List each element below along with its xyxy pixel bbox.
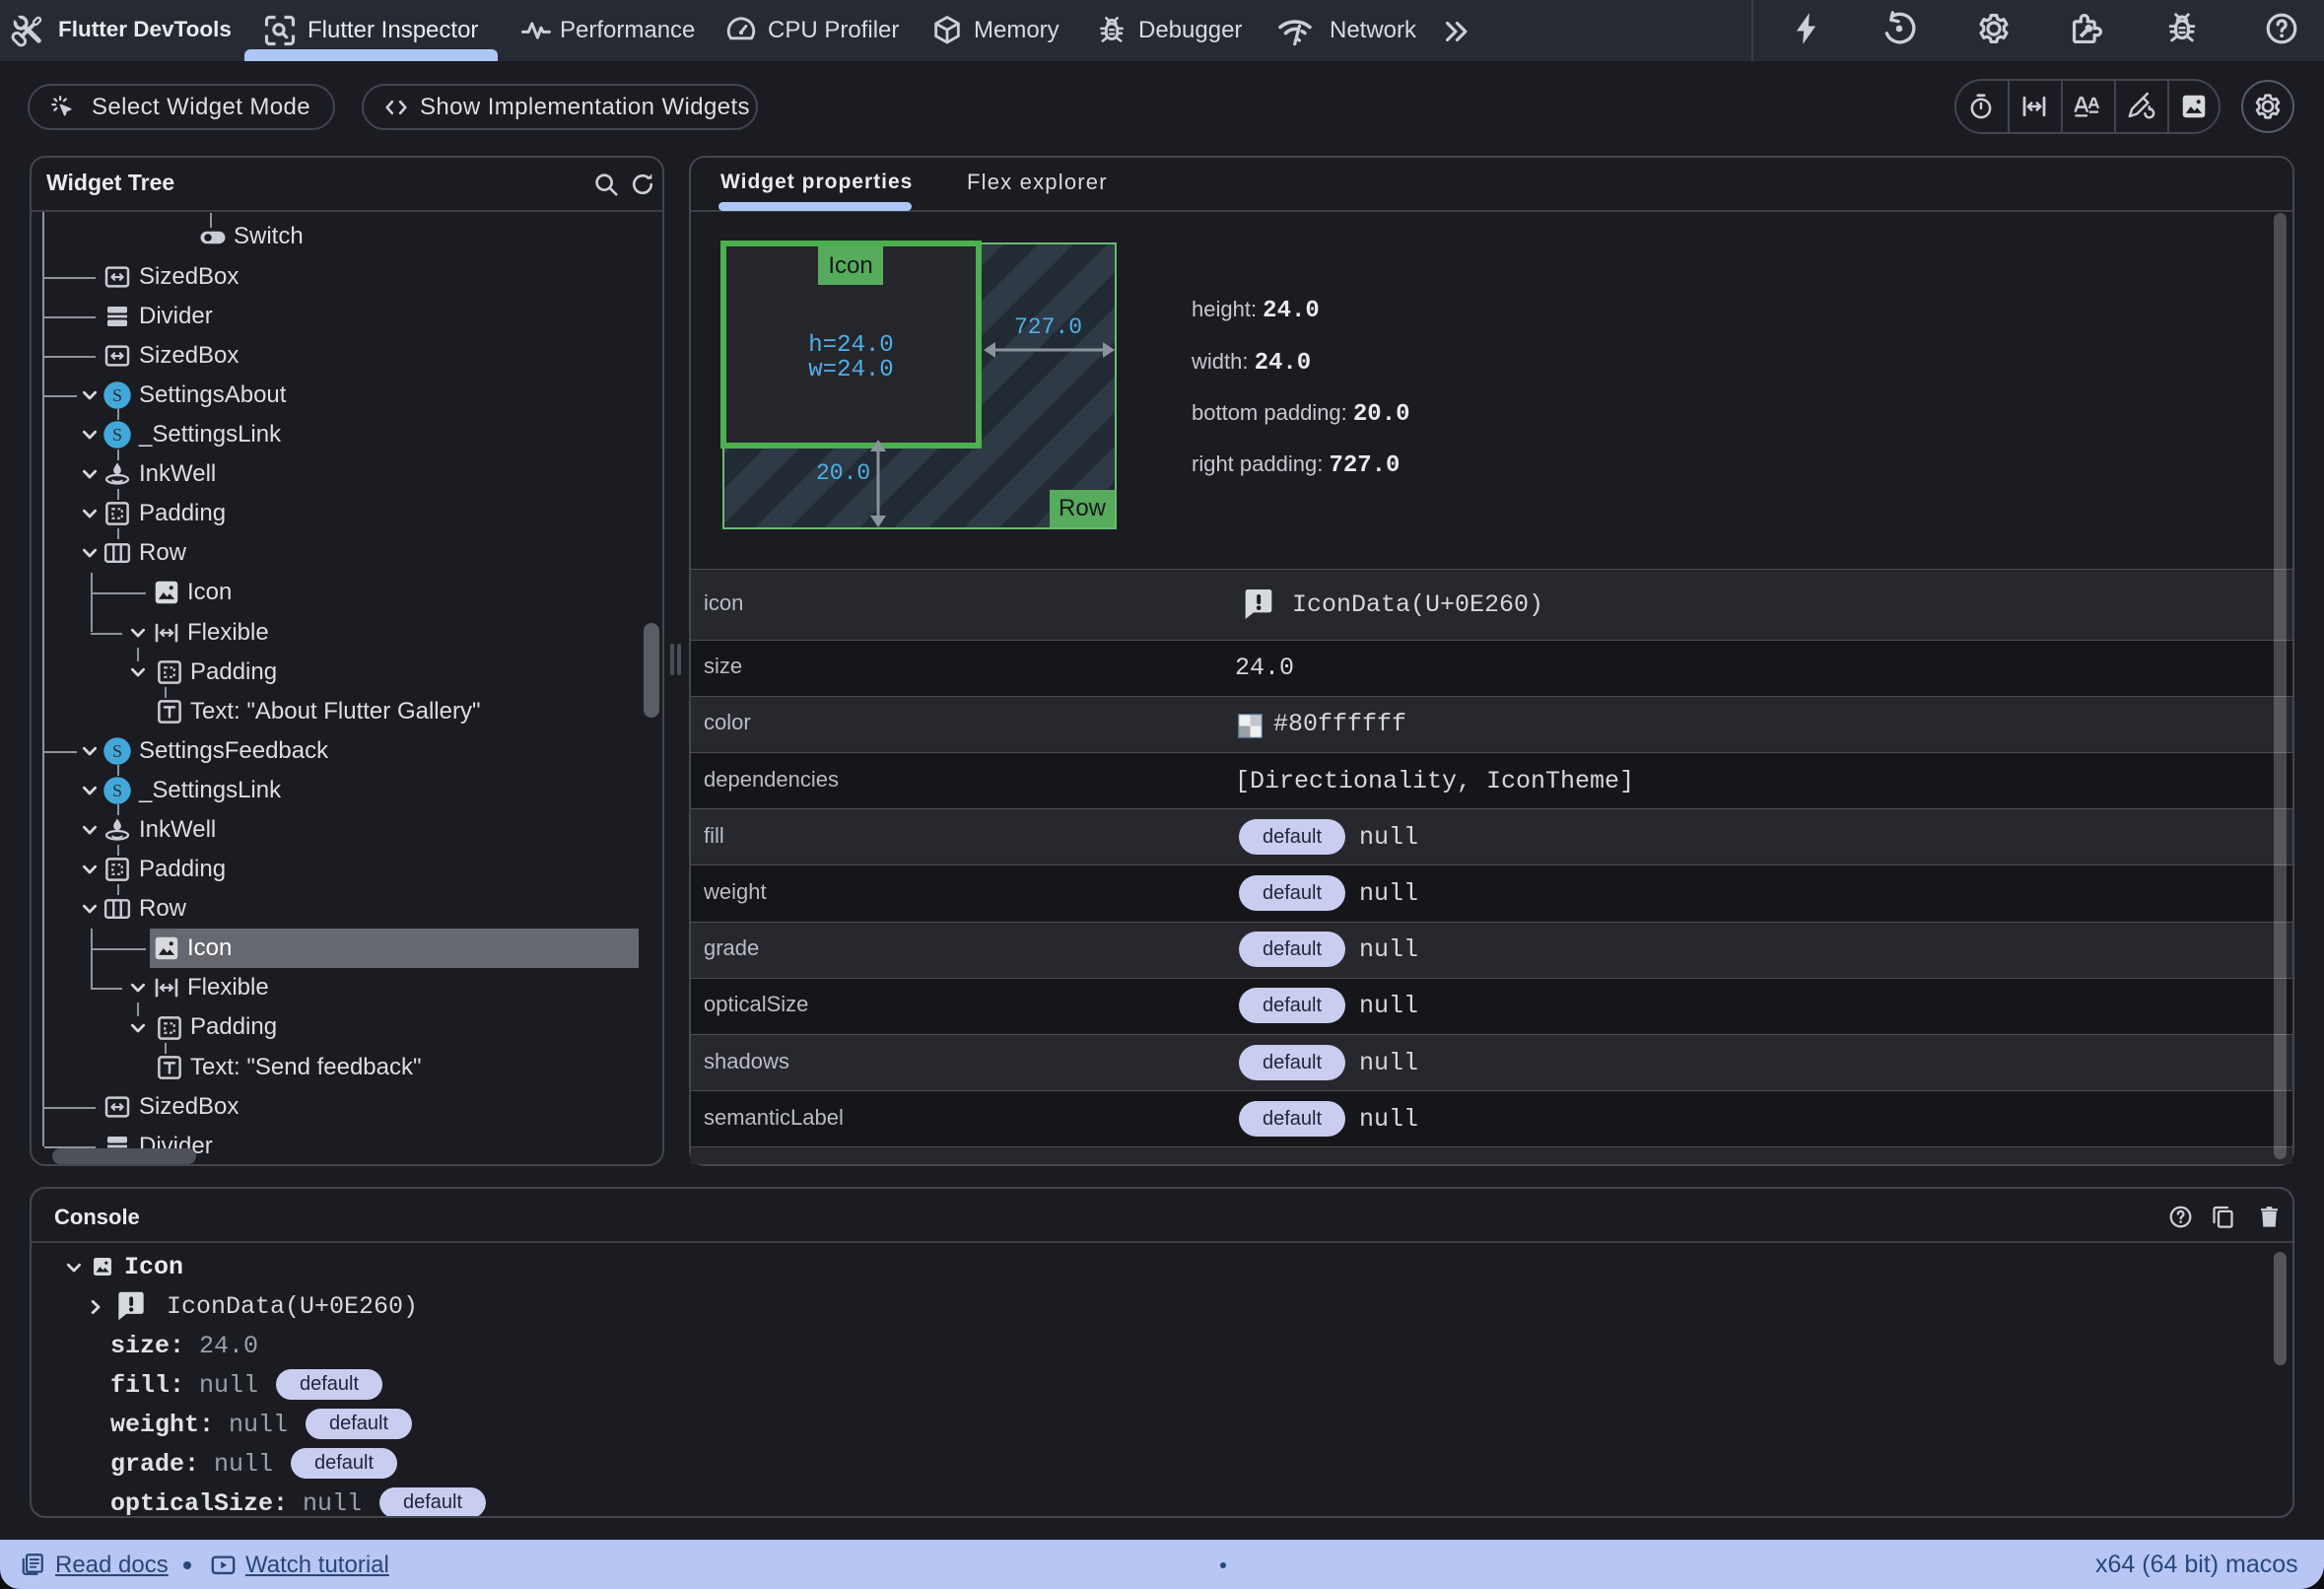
svg-text:S: S bbox=[112, 781, 122, 800]
svg-text:S: S bbox=[112, 385, 122, 405]
svg-text:S: S bbox=[112, 741, 122, 761]
svg-text:S: S bbox=[112, 425, 122, 445]
